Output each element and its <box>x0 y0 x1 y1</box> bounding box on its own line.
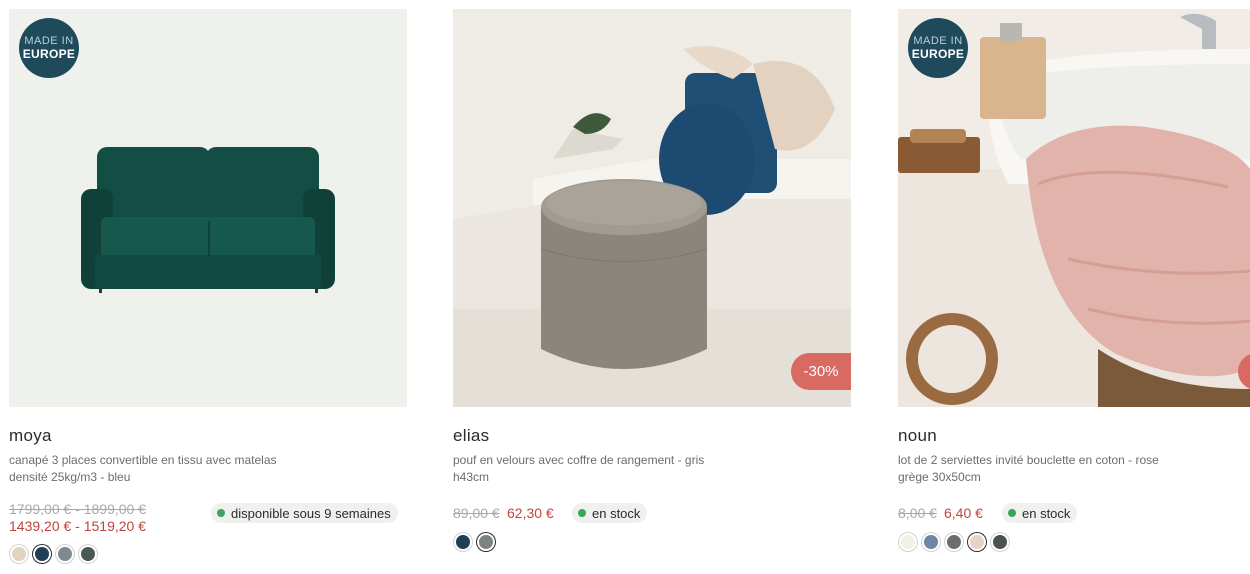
stock-badge: disponible sous 9 semaines <box>211 503 398 523</box>
description-line: canapé 3 places convertible en tissu ave… <box>9 453 277 467</box>
description-line: densité 25kg/m3 - bleu <box>9 470 131 484</box>
color-swatch[interactable] <box>945 533 963 551</box>
made-in-europe-badge: MADE IN EUROPE <box>19 18 79 78</box>
badge-line2: EUROPE <box>22 47 76 61</box>
product-title[interactable]: moya <box>9 426 52 446</box>
made-in-europe-badge: MADE IN EUROPE <box>908 18 968 78</box>
product-image-moya[interactable]: MADE IN EUROPE <box>9 9 407 407</box>
product-description: pouf en velours avec coffre de rangement… <box>453 452 753 486</box>
discount-badge: -30% <box>791 353 851 390</box>
product-description: canapé 3 places convertible en tissu ave… <box>9 452 309 486</box>
product-title[interactable]: elias <box>453 426 489 446</box>
pouf-illustration <box>453 9 851 407</box>
price-old: 1799,00 € - 1899,00 € <box>9 501 147 517</box>
color-swatch[interactable] <box>56 545 74 563</box>
description-line: grège 30x50cm <box>898 470 981 484</box>
price-new: 62,30 € <box>507 505 554 521</box>
product-card-moya[interactable]: MADE IN EUROPE moya canapé 3 places conv… <box>9 9 407 563</box>
stock-label: en stock <box>1022 505 1071 521</box>
product-title[interactable]: noun <box>898 426 937 446</box>
stock-label: disponible sous 9 semaines <box>231 505 391 521</box>
color-swatch[interactable] <box>79 545 97 563</box>
product-description: lot de 2 serviettes invité bouclette en … <box>898 452 1198 486</box>
price-old: 89,00 € <box>453 505 500 521</box>
price-old: 8,00 € <box>898 505 937 521</box>
product-image-elias[interactable]: -30% <box>453 9 851 407</box>
color-swatches <box>899 533 1009 551</box>
badge-line2: EUROPE <box>911 47 965 61</box>
description-line: pouf en velours avec coffre de rangement… <box>453 453 705 467</box>
color-swatch[interactable] <box>899 533 917 551</box>
color-swatch[interactable] <box>991 533 1009 551</box>
description-line: h43cm <box>453 470 490 484</box>
price-new: 1439,20 € - 1519,20 € <box>9 518 147 534</box>
stock-label: en stock <box>592 505 641 521</box>
color-swatch[interactable] <box>454 533 472 551</box>
color-swatches <box>454 533 495 551</box>
color-swatch[interactable] <box>33 545 51 563</box>
product-card-noun[interactable]: MADE IN EUROPE noun lot de 2 serviettes … <box>898 9 1250 551</box>
product-card-elias[interactable]: -30% elias pouf en velours avec coffre d… <box>453 9 851 551</box>
stock-dot-icon <box>1008 509 1016 517</box>
stock-badge: en stock <box>1002 503 1078 523</box>
stock-dot-icon <box>217 509 225 517</box>
stock-badge: en stock <box>572 503 648 523</box>
color-swatch[interactable] <box>922 533 940 551</box>
color-swatch[interactable] <box>968 533 986 551</box>
price-new: 6,40 € <box>944 505 983 521</box>
description-line: lot de 2 serviettes invité bouclette en … <box>898 453 1159 467</box>
product-image-noun[interactable]: MADE IN EUROPE <box>898 9 1250 407</box>
color-swatches <box>10 545 97 563</box>
stock-dot-icon <box>578 509 586 517</box>
color-swatch[interactable] <box>477 533 495 551</box>
color-swatch[interactable] <box>10 545 28 563</box>
